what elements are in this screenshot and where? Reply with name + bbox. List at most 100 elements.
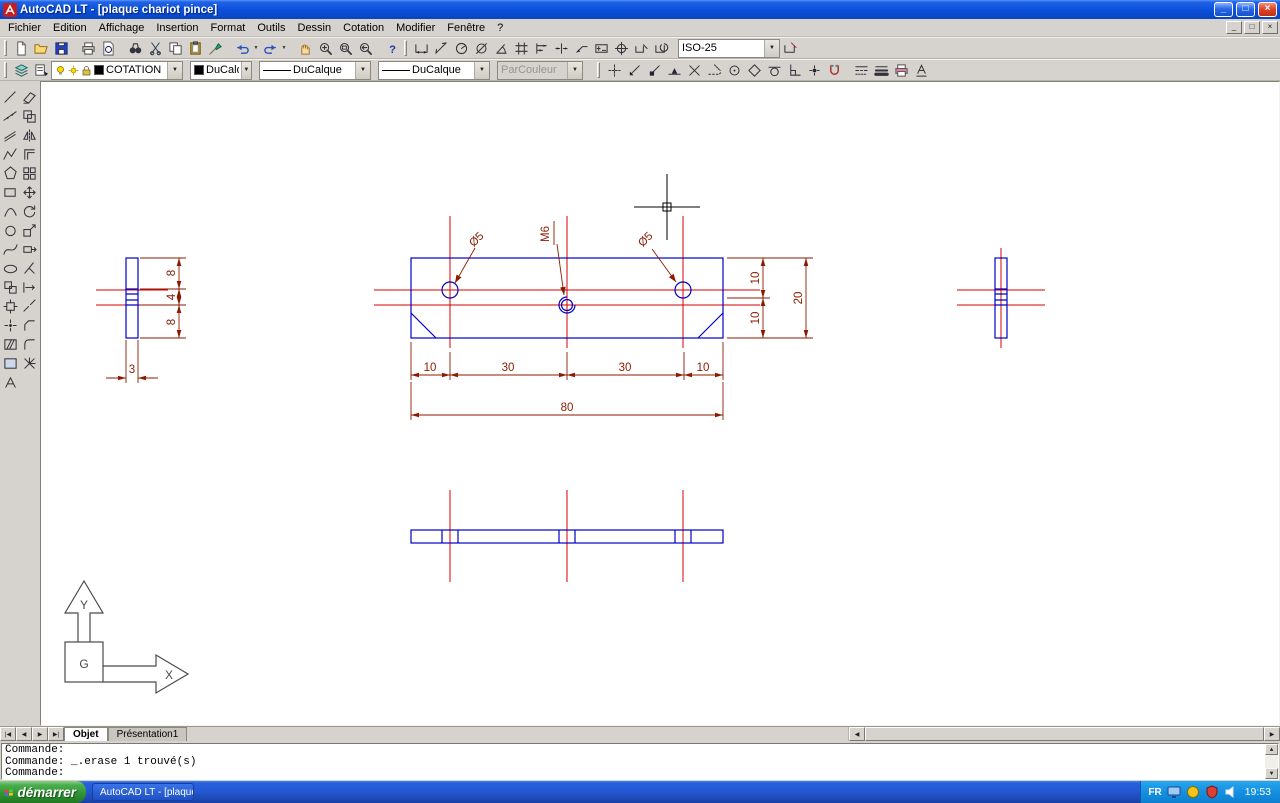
menu-edition[interactable]: Edition xyxy=(47,20,93,36)
scroll-up-button[interactable]: ▲ xyxy=(1265,744,1278,755)
cut-button[interactable] xyxy=(145,38,165,58)
chevron-down-icon[interactable]: ▼ xyxy=(167,61,182,79)
pan-button[interactable] xyxy=(295,38,315,58)
menu-dessin[interactable]: Dessin xyxy=(292,20,338,36)
copy-object-tool[interactable] xyxy=(21,107,39,125)
horizontal-scrollbar[interactable]: ◀ ▶ xyxy=(848,727,1280,741)
tab-layout1[interactable]: Présentation1 xyxy=(107,727,188,741)
side-view-left[interactable] xyxy=(125,257,139,339)
dim-linear-button[interactable] xyxy=(411,38,431,58)
menu-format[interactable]: Format xyxy=(205,20,252,36)
menu-aide[interactable]: ? xyxy=(491,20,509,36)
rectangle-tool[interactable] xyxy=(2,183,20,201)
region-tool[interactable] xyxy=(2,354,20,372)
explode-tool[interactable] xyxy=(21,354,39,372)
zoom-window-button[interactable] xyxy=(335,38,355,58)
start-button[interactable]: démarrer xyxy=(0,781,86,803)
dim-edit-button[interactable] xyxy=(631,38,651,58)
osnap-quadrant-button[interactable] xyxy=(744,60,764,80)
dim-10-top[interactable]: 10 xyxy=(750,272,762,285)
scroll-down-button[interactable]: ▼ xyxy=(1265,768,1278,779)
help-button[interactable]: ? xyxy=(382,38,402,58)
ellipse-tool[interactable] xyxy=(2,259,20,277)
open-button[interactable] xyxy=(31,38,51,58)
mtext-tool[interactable] xyxy=(2,373,20,391)
updates-icon[interactable] xyxy=(1186,785,1200,799)
clock[interactable]: 19:53 xyxy=(1245,786,1271,798)
extend-tool[interactable] xyxy=(21,278,39,296)
centerlines[interactable] xyxy=(96,216,1045,582)
toolbar-grip[interactable] xyxy=(4,40,7,56)
dim-style-combo[interactable]: ISO-25 ▼ xyxy=(678,38,780,58)
label-hole-right[interactable]: Ø5 xyxy=(636,230,655,249)
zoom-realtime-button[interactable] xyxy=(315,38,335,58)
polygon-tool[interactable] xyxy=(2,164,20,182)
move-tool[interactable] xyxy=(21,183,39,201)
save-button[interactable] xyxy=(51,38,71,58)
toolbar-grip[interactable] xyxy=(597,62,600,78)
doc-minimize-button[interactable]: _ xyxy=(1226,21,1242,34)
mirror-tool[interactable] xyxy=(21,126,39,144)
array-tool[interactable] xyxy=(21,164,39,182)
erase-tool[interactable] xyxy=(21,88,39,106)
redo-button[interactable] xyxy=(260,38,280,58)
command-scrollbar[interactable]: ▲ ▼ xyxy=(1265,744,1278,779)
dim-update-button[interactable] xyxy=(651,38,671,58)
dim-continue-button[interactable] xyxy=(551,38,571,58)
polyline-tool[interactable] xyxy=(2,145,20,163)
maximize-button[interactable]: □ xyxy=(1236,2,1255,17)
dim-30-left[interactable]: 30 xyxy=(502,362,515,374)
dim-quick-button[interactable] xyxy=(511,38,531,58)
scrollbar-thumb[interactable] xyxy=(865,727,1264,741)
offset-tool[interactable] xyxy=(21,145,39,163)
chevron-down-icon[interactable]: ▼ xyxy=(764,39,779,57)
dimension-texts[interactable]: 10 30 30 10 80 10 10 20 8 4 8 3 Ø5 M6 Ø5 xyxy=(129,226,805,414)
command-prompt[interactable]: Commande: xyxy=(5,767,1262,779)
dim-10-bottom[interactable]: 10 xyxy=(750,312,762,325)
layer-freeze-sun-icon[interactable] xyxy=(68,65,79,76)
color-combo[interactable]: DuCalque ▼ xyxy=(190,60,252,80)
paste-button[interactable] xyxy=(185,38,205,58)
construction-line-tool[interactable] xyxy=(2,107,20,125)
tab-model[interactable]: Objet xyxy=(64,727,108,741)
redo-dropdown-icon[interactable]: ▼ xyxy=(280,45,288,51)
make-block-tool[interactable] xyxy=(2,297,20,315)
line-tool[interactable] xyxy=(2,88,20,106)
tab-prev-button[interactable]: ◀ xyxy=(16,727,32,741)
rotate-tool[interactable] xyxy=(21,202,39,220)
osnap-tangent-button[interactable] xyxy=(764,60,784,80)
dim-10-left[interactable]: 10 xyxy=(424,362,437,374)
osnap-intersection-button[interactable] xyxy=(684,60,704,80)
arc-tool[interactable] xyxy=(2,202,20,220)
osnap-track-button[interactable] xyxy=(604,60,624,80)
osnap-midpoint-button[interactable] xyxy=(664,60,684,80)
doc-close-button[interactable]: × xyxy=(1262,21,1278,34)
dim-baseline-button[interactable] xyxy=(531,38,551,58)
close-button[interactable]: × xyxy=(1258,2,1277,17)
new-button[interactable] xyxy=(11,38,31,58)
layers-button[interactable] xyxy=(11,60,31,80)
doc-restore-button[interactable]: □ xyxy=(1244,21,1260,34)
stretch-tool[interactable] xyxy=(21,240,39,258)
osnap-perpendicular-button[interactable] xyxy=(784,60,804,80)
spline-tool[interactable] xyxy=(2,240,20,258)
fillet-tool[interactable] xyxy=(21,335,39,353)
taskbar-task-autocad[interactable]: AutoCAD LT - [plaque... xyxy=(92,783,194,801)
dim-style-manager-button[interactable] xyxy=(780,38,800,58)
chevron-down-icon[interactable]: ▼ xyxy=(240,61,251,79)
copy-button[interactable] xyxy=(165,38,185,58)
menu-cotation[interactable]: Cotation xyxy=(337,20,390,36)
menu-modifier[interactable]: Modifier xyxy=(390,20,441,36)
circle-tool[interactable] xyxy=(2,221,20,239)
undo-dropdown-icon[interactable]: ▼ xyxy=(252,45,260,51)
layer-lock-icon[interactable] xyxy=(81,65,92,76)
print-button[interactable] xyxy=(78,38,98,58)
osnap-endpoint-button[interactable] xyxy=(644,60,664,80)
command-history[interactable]: Commande: Commande: _.erase 1 trouvé(s) … xyxy=(1,743,1279,780)
insert-block-tool[interactable] xyxy=(2,278,20,296)
label-hole-left[interactable]: Ø5 xyxy=(467,230,486,249)
display-settings-icon[interactable] xyxy=(1167,785,1181,799)
osnap-node-button[interactable] xyxy=(804,60,824,80)
dim-3[interactable]: 3 xyxy=(129,364,135,376)
layer-on-bulb-icon[interactable] xyxy=(55,65,66,76)
